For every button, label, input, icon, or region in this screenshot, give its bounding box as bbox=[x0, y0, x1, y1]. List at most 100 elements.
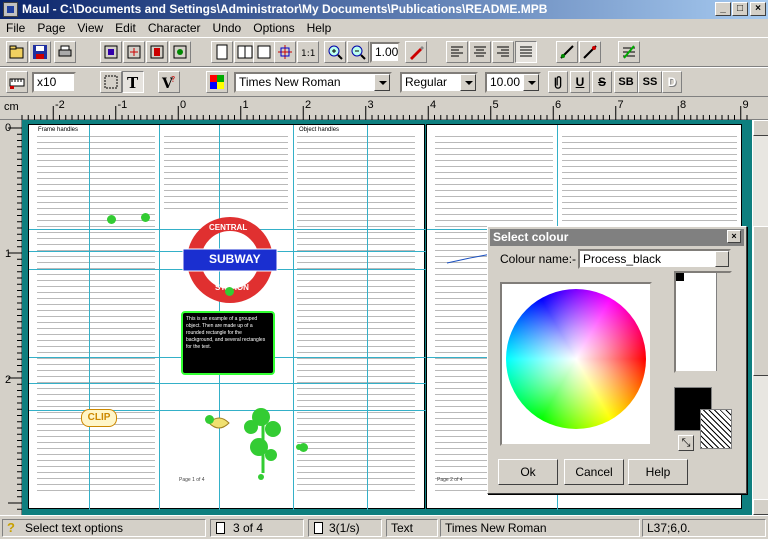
select-tool-button[interactable] bbox=[100, 71, 122, 93]
menu-page[interactable]: Page bbox=[31, 19, 71, 37]
ok-button[interactable]: Ok bbox=[498, 459, 558, 485]
frame-tool-2[interactable] bbox=[123, 41, 145, 63]
minimize-button[interactable]: _ bbox=[715, 2, 731, 16]
vruler-label-0: 0 bbox=[5, 122, 12, 134]
frame-handle[interactable] bbox=[141, 213, 150, 222]
colour-name-value: Process_black bbox=[583, 252, 662, 266]
text-flow-button[interactable] bbox=[618, 41, 640, 63]
horizontal-ruler[interactable]: cm -2 -1 0 1 2 3 4 5 6 7 8 9 bbox=[0, 98, 768, 120]
font-name-combo[interactable]: Times New Roman bbox=[234, 72, 392, 93]
zoom-in-button[interactable] bbox=[324, 41, 346, 63]
frame-handle[interactable] bbox=[107, 215, 116, 224]
grouped-object-note[interactable]: This is an example of a grouped object. … bbox=[181, 311, 275, 375]
unlink-icon bbox=[583, 45, 597, 59]
select-box-icon bbox=[104, 75, 118, 89]
justify-button[interactable] bbox=[515, 41, 537, 63]
menu-options[interactable]: Options bbox=[247, 19, 300, 37]
scroll-down-button[interactable] bbox=[753, 499, 768, 515]
justify-icon bbox=[520, 46, 532, 57]
svg-text:1:1: 1:1 bbox=[301, 49, 315, 59]
font-name-value: Times New Roman bbox=[239, 75, 341, 89]
vertical-scrollbar[interactable] bbox=[752, 120, 768, 515]
scroll-thumb[interactable] bbox=[753, 226, 768, 376]
align-left-button[interactable] bbox=[446, 41, 468, 63]
colour-button[interactable] bbox=[206, 71, 228, 93]
frame-handle[interactable] bbox=[205, 415, 214, 424]
heading-frame-handles: Frame handles bbox=[38, 127, 79, 133]
clip-button-graphic[interactable]: CLIP bbox=[81, 409, 117, 427]
align-right-button[interactable] bbox=[492, 41, 514, 63]
subscript-button[interactable]: SB bbox=[614, 71, 638, 93]
svg-text:?: ? bbox=[171, 75, 175, 84]
chevron-down-icon[interactable] bbox=[715, 251, 729, 267]
menu-undo[interactable]: Undo bbox=[207, 19, 248, 37]
move-icon bbox=[278, 45, 292, 59]
actual-size-button[interactable]: 1:1 bbox=[297, 41, 319, 63]
hue-wheel[interactable] bbox=[506, 289, 646, 429]
close-button[interactable]: × bbox=[750, 2, 766, 16]
page-view-1[interactable] bbox=[211, 41, 233, 63]
special-char-button[interactable]: V? bbox=[158, 71, 180, 93]
chevron-down-icon[interactable] bbox=[523, 74, 539, 91]
menu-help[interactable]: Help bbox=[301, 19, 338, 37]
page-left[interactable]: Frame handles Object handles SUBWAY CENT… bbox=[28, 124, 426, 510]
page-icon bbox=[216, 522, 225, 534]
transparent-colour-swatch[interactable] bbox=[700, 409, 732, 449]
plant-graphic[interactable] bbox=[199, 403, 309, 483]
units-button[interactable] bbox=[6, 71, 28, 93]
frame-handle[interactable] bbox=[225, 287, 234, 296]
luminance-marker[interactable] bbox=[676, 273, 684, 281]
chevron-down-icon[interactable] bbox=[460, 74, 476, 91]
zoom-out-button[interactable] bbox=[347, 41, 369, 63]
colour-name-combo[interactable]: Process_black bbox=[578, 249, 731, 269]
status-frame-text: 3(1/s) bbox=[329, 521, 360, 535]
text-tool-button[interactable]: T bbox=[122, 71, 144, 93]
ruler-label: 4 bbox=[430, 99, 437, 111]
unit-field[interactable]: x10 bbox=[32, 72, 76, 93]
print-button[interactable] bbox=[54, 41, 76, 63]
cancel-button[interactable]: Cancel bbox=[564, 459, 624, 485]
zoom-field[interactable]: 1.00 bbox=[370, 42, 400, 63]
frame-tool-4[interactable] bbox=[169, 41, 191, 63]
ruler-unit: cm bbox=[4, 101, 19, 113]
app-icon[interactable] bbox=[3, 2, 18, 17]
dialog-close-button[interactable]: × bbox=[727, 230, 741, 243]
link-frames-button[interactable] bbox=[556, 41, 578, 63]
menu-character[interactable]: Character bbox=[142, 19, 207, 37]
title-bar: Maul - C:\Documents and Settings\Adminis… bbox=[0, 0, 768, 19]
luminance-bar[interactable] bbox=[674, 271, 732, 373]
superscript-button[interactable]: SS bbox=[638, 71, 662, 93]
font-size-combo[interactable]: 10.00 bbox=[485, 72, 541, 93]
menu-view[interactable]: View bbox=[71, 19, 109, 37]
maximize-button[interactable]: □ bbox=[732, 2, 748, 16]
menu-edit[interactable]: Edit bbox=[109, 19, 142, 37]
double-button[interactable]: D bbox=[662, 71, 682, 93]
save-button[interactable] bbox=[29, 41, 51, 63]
frame-handle[interactable] bbox=[299, 443, 308, 452]
menu-file[interactable]: File bbox=[0, 19, 31, 37]
align-center-button[interactable] bbox=[469, 41, 491, 63]
luminance-scrollbar[interactable] bbox=[716, 273, 730, 371]
frame-tool-1[interactable] bbox=[100, 41, 122, 63]
underline-button[interactable]: U bbox=[570, 71, 590, 93]
menu-bar: File Page View Edit Character Undo Options Help bbox=[0, 19, 768, 37]
vruler-ticks bbox=[8, 127, 22, 510]
strikethrough-button[interactable]: S bbox=[592, 71, 612, 93]
swap-colours-icon[interactable]: ⤡ bbox=[678, 435, 694, 451]
vertical-ruler[interactable]: 0 1 2 bbox=[0, 120, 22, 515]
font-style-value: Regular bbox=[405, 75, 448, 89]
colour-wheel[interactable] bbox=[500, 282, 652, 446]
open-button[interactable] bbox=[6, 41, 28, 63]
pen-tool-button[interactable] bbox=[405, 41, 427, 63]
chevron-down-icon[interactable] bbox=[374, 74, 390, 91]
font-style-combo[interactable]: Regular bbox=[400, 72, 478, 93]
status-page-text: 3 of 4 bbox=[233, 521, 264, 535]
anchor-button[interactable] bbox=[548, 71, 568, 93]
help-button[interactable]: Help bbox=[628, 459, 688, 485]
unlink-frames-button[interactable] bbox=[579, 41, 601, 63]
frame-tool-3[interactable] bbox=[146, 41, 168, 63]
fit-page-button[interactable] bbox=[274, 41, 296, 63]
scroll-up-button[interactable] bbox=[753, 120, 768, 136]
page-view-3[interactable] bbox=[253, 41, 275, 63]
select-colour-dialog: Select colour × Colour name:- Process_bl… bbox=[487, 226, 747, 494]
